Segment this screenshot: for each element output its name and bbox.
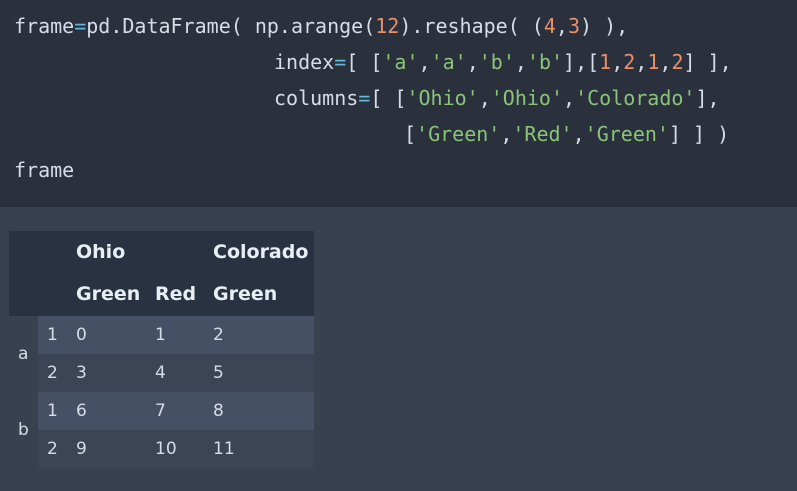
code-token: [ [: [346, 50, 383, 74]
number-token: 2: [671, 50, 684, 74]
index-cell: 2: [47, 363, 58, 383]
code-token: pd.DataFrame( np.arange(: [86, 14, 376, 38]
number-token: 12: [375, 14, 400, 38]
code-token: ,: [418, 50, 431, 74]
value-cell: 9: [76, 439, 87, 459]
dataframe-table: Ohio Colorado Green Red Green 1 0 1 2 2 …: [9, 231, 314, 468]
code-token: ] ] ): [668, 122, 730, 146]
code-line-5: frame: [14, 158, 74, 182]
code-token: ],[: [563, 50, 600, 74]
code-token: ) ),: [579, 14, 629, 38]
code-token: ,: [514, 50, 527, 74]
number-token: 3: [567, 14, 580, 38]
column-header-green: Green: [213, 283, 278, 305]
column-header-colorado: Colorado: [213, 241, 309, 263]
string-token: 'Colorado': [575, 86, 696, 110]
code-token: ],: [695, 86, 720, 110]
index-cell: 2: [47, 439, 58, 459]
code-token: ,: [500, 122, 513, 146]
code-token: ,: [635, 50, 648, 74]
code-token: ,: [659, 50, 672, 74]
string-token: 'Ohio': [490, 86, 564, 110]
code-token: ] ],: [683, 50, 732, 74]
value-cell: 11: [213, 439, 235, 459]
table-row: 1 0 1 2: [9, 316, 314, 354]
table-row: 1 6 7 8: [9, 392, 314, 430]
string-token: 'Green': [584, 122, 669, 146]
string-token: 'Red': [512, 122, 573, 146]
number-token: 1: [647, 50, 660, 74]
number-token: 4: [543, 14, 556, 38]
string-token: 'Green': [416, 122, 501, 146]
output-area: Ohio Colorado Green Red Green 1 0 1 2 2 …: [0, 207, 797, 491]
code-token: columns: [274, 86, 359, 110]
value-cell: 8: [213, 401, 224, 421]
code-token: ,: [572, 122, 585, 146]
value-cell: 5: [213, 363, 224, 383]
code-token: [: [404, 122, 417, 146]
number-token: 1: [599, 50, 612, 74]
value-cell: 1: [155, 325, 166, 345]
table-row: 2 3 4 5: [9, 354, 314, 392]
code-line-4: ['Green','Red','Green'] ] ): [404, 122, 729, 146]
column-header-ohio: Ohio: [76, 241, 126, 263]
value-cell: 2: [213, 325, 224, 345]
code-token: ,: [611, 50, 624, 74]
string-token: 'b': [526, 50, 564, 74]
code-token: [ [: [370, 86, 407, 110]
code-line-2: index=[ ['a','a','b','b'],[1,2,1,2] ],: [274, 50, 732, 74]
operator-token: =: [358, 86, 371, 110]
value-cell: 3: [76, 363, 87, 383]
code-token: ,: [563, 86, 576, 110]
table-header: Ohio Colorado Green Red Green: [9, 231, 314, 316]
code-token: ).reshape( (: [399, 14, 544, 38]
value-cell: 10: [155, 439, 177, 459]
code-line-3: columns=[ ['Ohio','Ohio','Colorado'],: [274, 86, 720, 110]
string-token: 'Ohio': [406, 86, 479, 110]
code-token: ,: [478, 86, 491, 110]
row-index-group-a: a: [9, 316, 38, 392]
code-token: ,: [466, 50, 479, 74]
value-cell: 4: [155, 363, 166, 383]
string-token: 'a': [382, 50, 419, 74]
value-cell: 7: [155, 401, 166, 421]
code-token: frame: [14, 14, 75, 38]
code-cell[interactable]: frame=pd.DataFrame( np.arange(12).reshap…: [0, 0, 797, 207]
number-token: 2: [623, 50, 636, 74]
column-header-green: Green: [76, 283, 141, 305]
code-token: index: [274, 50, 335, 74]
column-header-red: Red: [155, 283, 197, 305]
operator-token: =: [74, 14, 87, 38]
string-token: 'a': [430, 50, 467, 74]
row-index-label: a: [18, 344, 29, 364]
index-cell: 1: [47, 401, 58, 421]
code-line-1: frame=pd.DataFrame( np.arange(12).reshap…: [14, 14, 628, 38]
row-index-group-b: b: [9, 392, 38, 468]
value-cell: 0: [76, 325, 87, 345]
row-index-label: b: [18, 420, 29, 440]
operator-token: =: [334, 50, 347, 74]
code-token: frame: [14, 158, 75, 182]
value-cell: 6: [76, 401, 87, 421]
string-token: 'b': [478, 50, 515, 74]
code-token: ,: [555, 14, 568, 38]
table-row: 2 9 10 11: [9, 430, 314, 468]
index-cell: 1: [47, 325, 58, 345]
